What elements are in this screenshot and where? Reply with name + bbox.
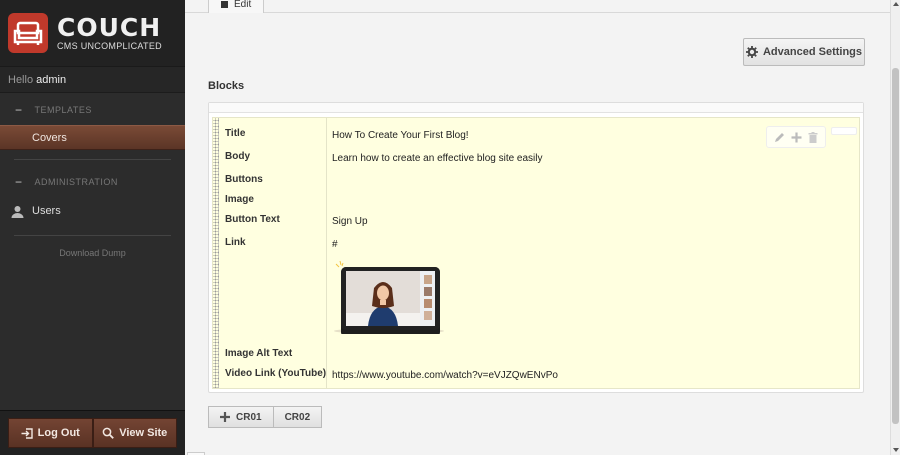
blocks-heading: Blocks <box>208 80 245 92</box>
field-value-body[interactable]: Learn how to create an effective blog si… <box>332 153 543 164</box>
field-label-buttons: Buttons <box>225 174 263 185</box>
field-label-link: Link <box>225 237 246 248</box>
view-site-label: View Site <box>119 427 168 439</box>
field-label-title: Title <box>225 128 246 139</box>
log-out-icon <box>21 427 33 439</box>
field-label-body: Body <box>225 151 250 162</box>
field-label-image: Image <box>225 194 254 205</box>
tab-bar: Edit <box>185 0 890 13</box>
greeting-user[interactable]: admin <box>36 74 66 86</box>
advanced-settings-button[interactable]: Advanced Settings <box>743 38 865 66</box>
divider <box>14 159 171 160</box>
image-thumbnail[interactable] <box>334 258 449 334</box>
block-tools <box>766 126 826 148</box>
blocks-container: Title How To Create Your First Blog! Bod… <box>208 102 864 393</box>
field-value-title[interactable]: How To Create Your First Blog! <box>332 130 469 141</box>
log-out-button[interactable]: Log Out <box>8 418 93 448</box>
add-cr01-button[interactable]: CR01 <box>208 406 274 428</box>
search-icon <box>102 427 115 439</box>
gear-icon <box>745 46 758 58</box>
tab-edit[interactable]: Edit <box>208 0 264 13</box>
sidebar-footer: Log Out View Site <box>0 410 185 455</box>
block-collapse-toggle[interactable] <box>831 127 857 135</box>
section-administration-title: ADMINISTRATION <box>34 177 118 187</box>
column-divider <box>326 118 327 388</box>
pencil-icon[interactable] <box>774 132 785 143</box>
brand-subtitle: CMS UNCOMPLICATED <box>57 41 162 51</box>
section-templates-title: TEMPLATES <box>34 105 92 115</box>
plus-icon[interactable] <box>791 132 802 143</box>
edit-icon <box>221 1 228 8</box>
field-value-button-text[interactable]: Sign Up <box>332 216 368 227</box>
block-cr01[interactable]: Title How To Create Your First Blog! Bod… <box>212 117 860 389</box>
field-label-button-text: Button Text <box>225 214 280 225</box>
advanced-settings-label: Advanced Settings <box>762 46 863 58</box>
field-label-image-alt: Image Alt Text <box>225 348 293 359</box>
greeting-prefix: Hello <box>8 74 34 86</box>
sidebar-item-users[interactable]: Users <box>0 197 185 225</box>
sidebar-item-users-label: Users <box>32 205 61 217</box>
plus-icon <box>220 412 230 422</box>
section-administration[interactable]: − ADMINISTRATION <box>0 167 185 197</box>
couch-logo-icon <box>8 13 48 53</box>
add-cr02-button[interactable]: CR02 <box>273 406 323 428</box>
scrollbar[interactable] <box>890 0 900 455</box>
view-site-button[interactable]: View Site <box>92 418 177 448</box>
brand-title: COUCH <box>57 13 162 42</box>
trash-icon[interactable] <box>808 131 818 143</box>
add-cr01-label: CR01 <box>236 411 262 423</box>
add-cr02-label: CR02 <box>284 411 311 423</box>
user-icon <box>11 205 24 218</box>
greeting: Hello admin <box>0 67 185 93</box>
brand-logo[interactable]: COUCH CMS UNCOMPLICATED <box>0 0 185 67</box>
tab-edit-label: Edit <box>234 0 252 10</box>
log-out-label: Log Out <box>37 427 80 439</box>
scroll-up-icon[interactable] <box>893 2 899 6</box>
scrollbar-thumb[interactable] <box>892 68 899 424</box>
divider <box>14 235 171 236</box>
drag-handle-icon[interactable] <box>213 118 219 388</box>
add-block-group: CR01 CR02 <box>208 406 323 428</box>
download-dump-link[interactable]: Download Dump <box>0 248 185 258</box>
sidebar-item-covers[interactable]: Covers <box>0 125 185 150</box>
main-content: Edit Advanced Settings Blocks Title How … <box>185 0 890 455</box>
field-label-video-link: Video Link (YouTube) <box>225 368 327 379</box>
blocks-toolbar <box>209 103 863 113</box>
collapse-icon[interactable]: − <box>15 175 23 189</box>
section-templates[interactable]: − TEMPLATES <box>0 95 185 125</box>
field-value-link[interactable]: # <box>332 239 338 250</box>
field-value-video-link[interactable]: https://www.youtube.com/watch?v=eVJZQwEN… <box>332 370 558 381</box>
scroll-down-icon[interactable] <box>893 448 899 452</box>
sidebar: COUCH CMS UNCOMPLICATED Hello admin − TE… <box>0 0 185 455</box>
collapse-icon[interactable]: − <box>15 103 23 117</box>
